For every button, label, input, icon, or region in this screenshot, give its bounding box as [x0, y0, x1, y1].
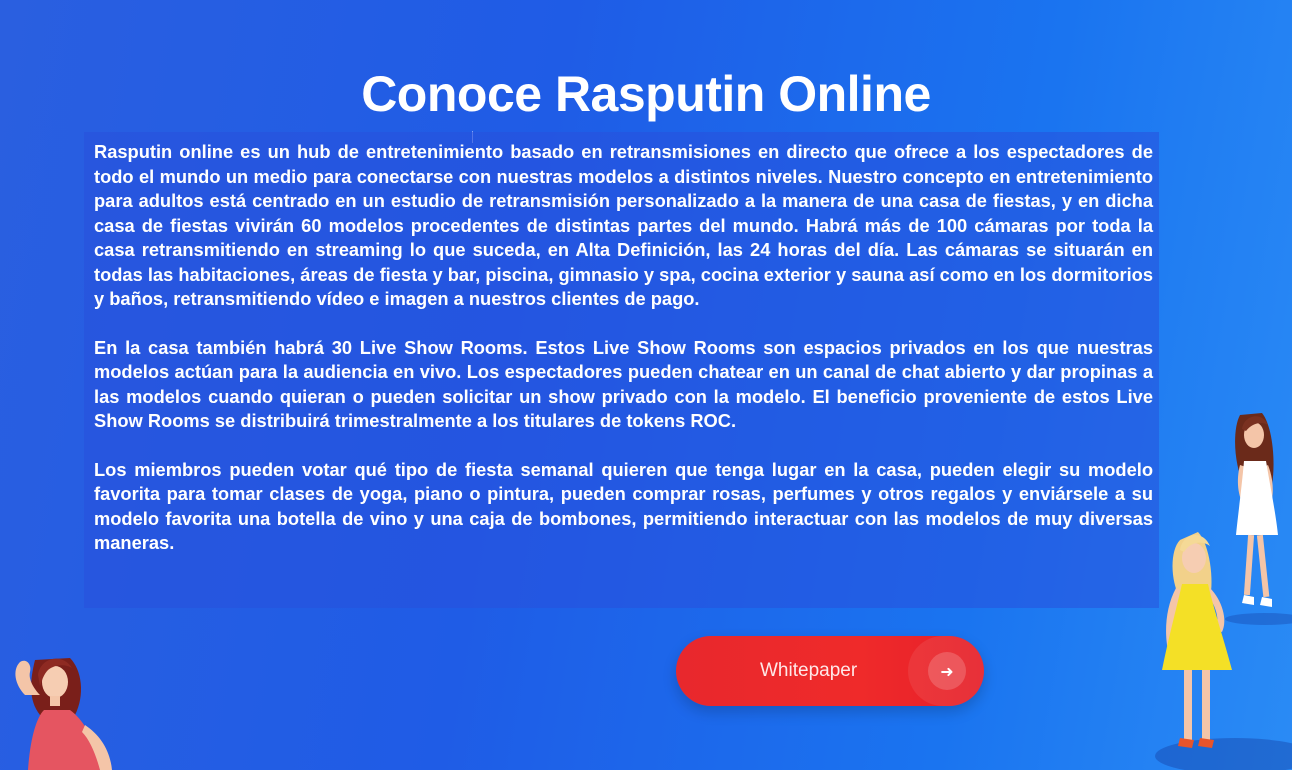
section-title: Conoce Rasputin Online	[361, 66, 931, 122]
woman-red-dress-illustration	[15, 658, 112, 770]
whitepaper-button[interactable]: Whitepaper ➜	[676, 636, 984, 706]
paragraph-intro: Rasputin online es un hub de entretenimi…	[94, 141, 1153, 309]
whitepaper-button-label: Whitepaper	[760, 660, 858, 681]
paragraph-members: Los miembros pueden votar qué tipo de fi…	[94, 458, 1153, 554]
paragraph-live-show-rooms: En la casa también habrá 30 Live Show Ro…	[94, 336, 1153, 432]
arrow-right-icon: ➜	[928, 652, 966, 690]
woman-yellow-dress-illustration	[1155, 532, 1292, 770]
description-box: Rasputin online es un hub de entretenimi…	[84, 132, 1159, 608]
